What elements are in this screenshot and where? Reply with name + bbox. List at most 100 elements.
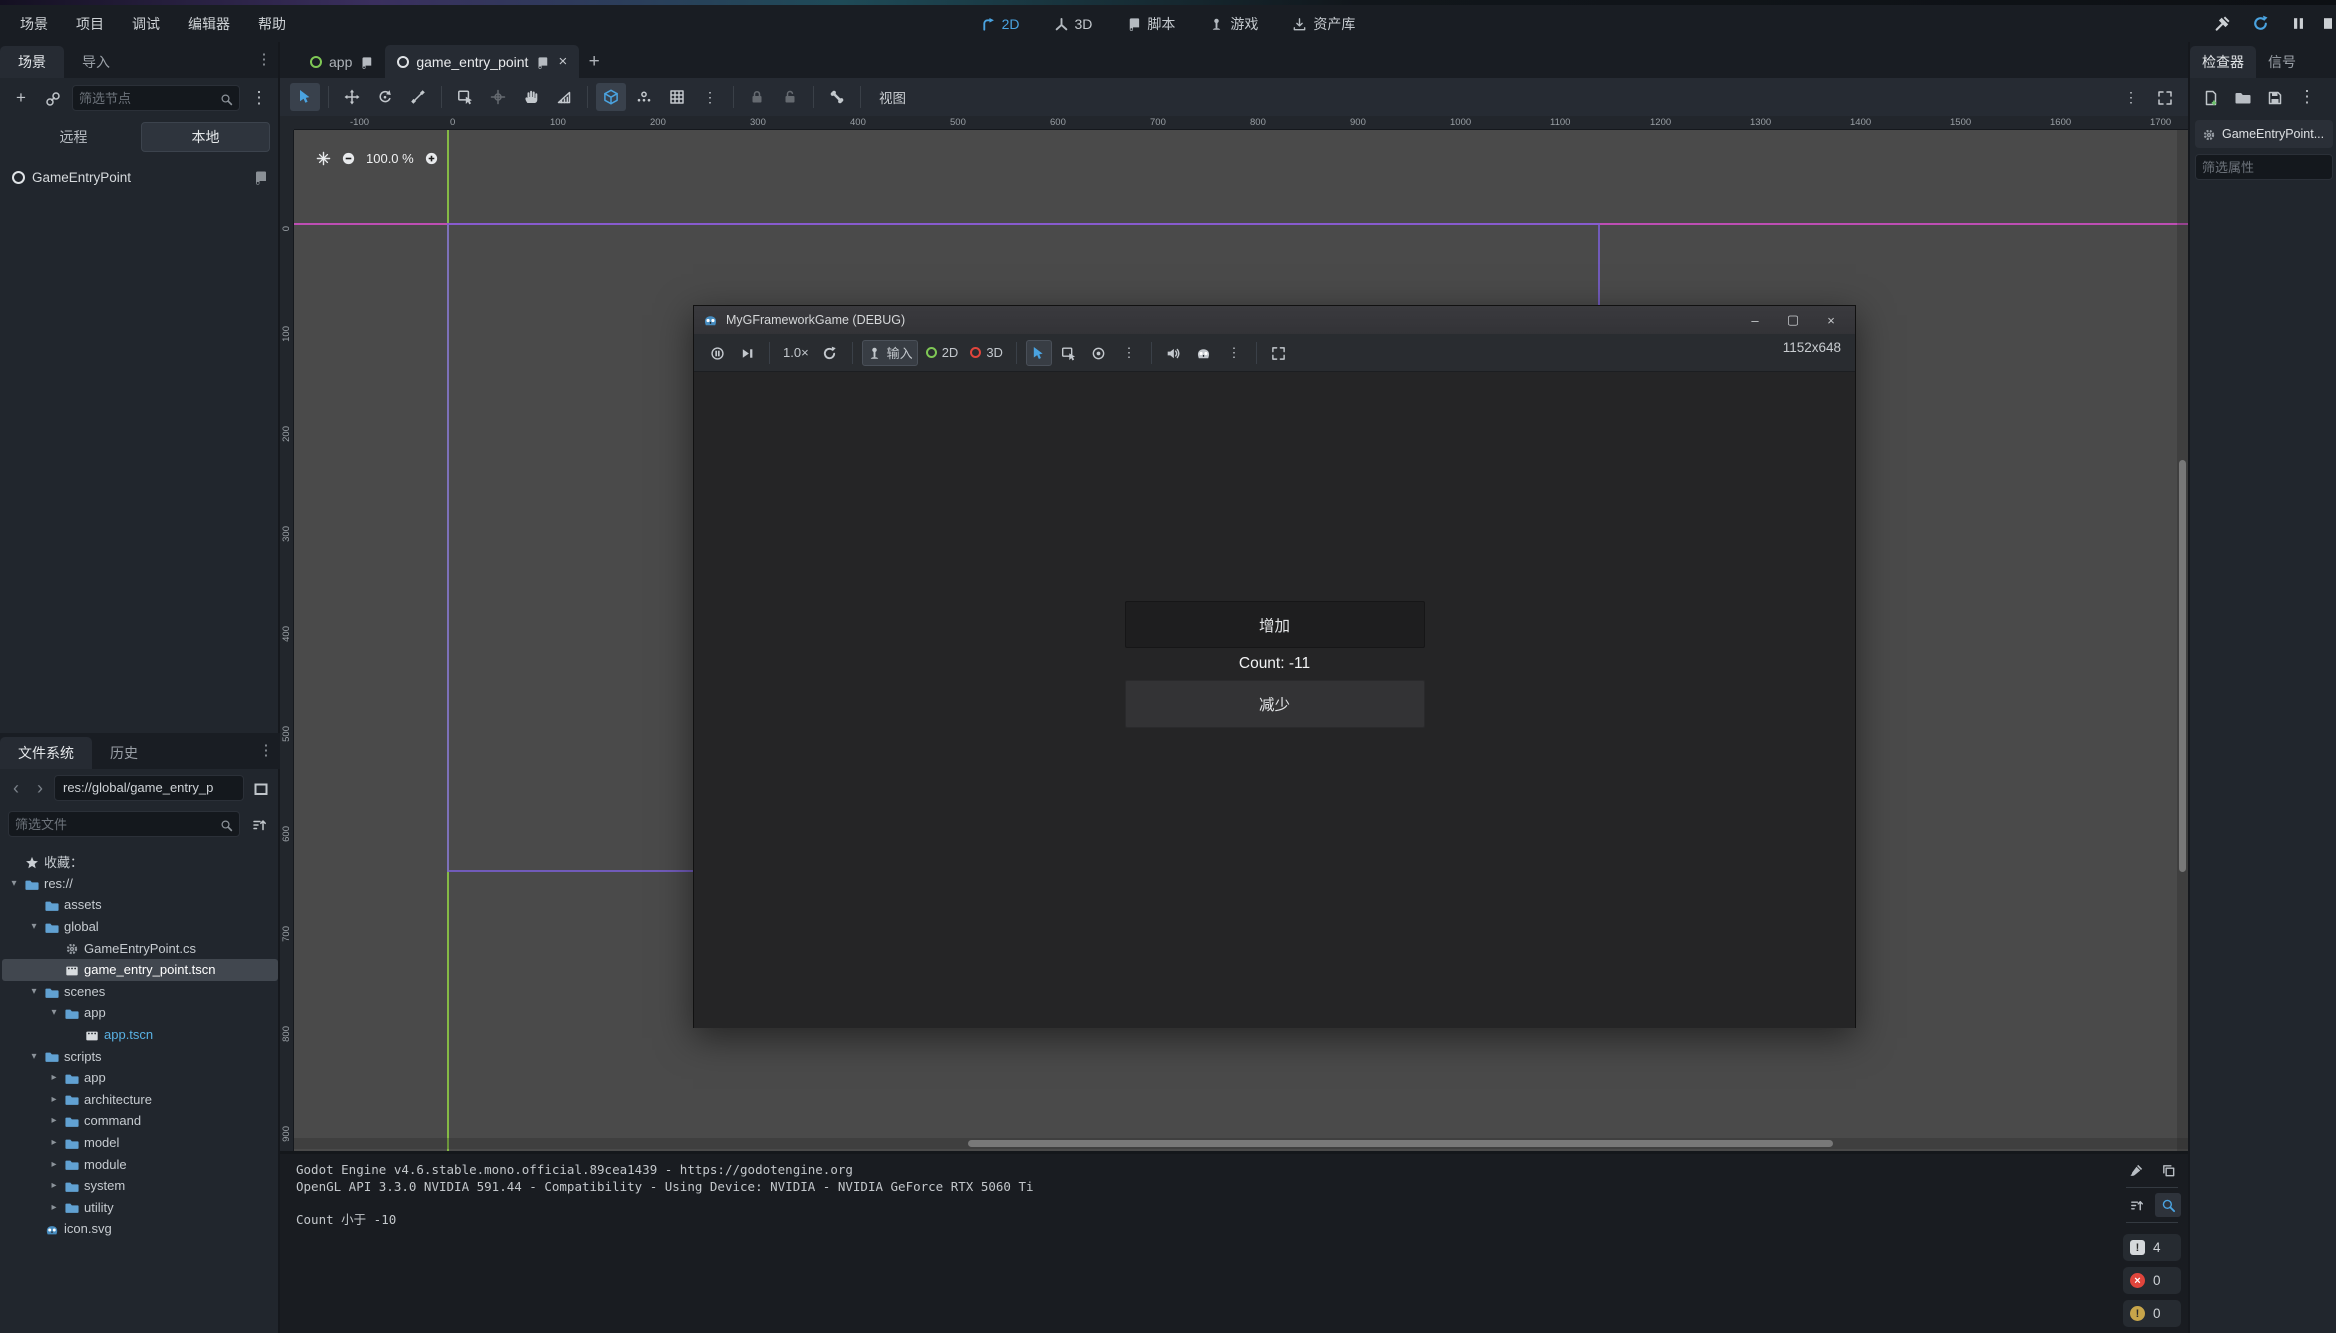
zoom-out-button[interactable] <box>341 150 356 167</box>
scene-tree-root-node[interactable]: GameEntryPoint <box>4 164 276 190</box>
switcher-game[interactable]: 游戏 <box>1199 10 1268 38</box>
fs-back-button[interactable]: ‹ <box>6 776 26 800</box>
maximize-button[interactable]: ▢ <box>1778 312 1808 328</box>
tree-down-arrow-icon[interactable]: ▾ <box>28 986 40 997</box>
stop-button[interactable] <box>2324 12 2332 36</box>
mode-3d-button[interactable]: 3D <box>966 340 1007 366</box>
local-button[interactable]: 本地 <box>141 122 270 152</box>
menu-item-0[interactable]: 场景 <box>6 10 62 38</box>
grid-toggle[interactable] <box>662 83 692 111</box>
script-icon[interactable] <box>359 53 373 69</box>
tree-down-arrow-icon[interactable]: ▾ <box>48 1007 60 1018</box>
tree-down-arrow-icon[interactable]: ▾ <box>28 921 40 932</box>
fs-forward-button[interactable]: › <box>30 776 50 800</box>
remote-button[interactable]: 远程 <box>10 122 137 152</box>
viewport-2d[interactable]: -100010020030040050060070080090010001100… <box>280 116 2188 1151</box>
list-select-tool[interactable] <box>450 83 480 111</box>
switcher-2d[interactable]: 2D <box>971 10 1030 38</box>
tree-right-arrow-icon[interactable]: ▸ <box>48 1072 60 1083</box>
vertical-scrollbar[interactable] <box>2177 130 2188 1151</box>
switcher-3d[interactable]: 3D <box>1044 10 1103 38</box>
fs-tree-item[interactable]: ▸architecture <box>2 1089 278 1111</box>
fs-tree-item[interactable]: 收藏： <box>2 851 278 873</box>
tree-down-arrow-icon[interactable]: ▾ <box>28 1051 40 1062</box>
tree-right-arrow-icon[interactable]: ▸ <box>48 1159 60 1170</box>
fs-tree-item[interactable]: ▾scenes <box>2 981 278 1003</box>
reset-zoom-button[interactable] <box>817 340 843 366</box>
errors-badge[interactable]: ×0 <box>2123 1267 2181 1294</box>
scene-dock-menu[interactable]: ⋮ <box>256 50 272 68</box>
view-menu[interactable]: 视图 <box>869 83 916 111</box>
select-tool[interactable] <box>290 83 320 111</box>
tree-right-arrow-icon[interactable]: ▸ <box>48 1180 60 1191</box>
output-log[interactable]: Godot Engine v4.6.stable.mono.official.8… <box>296 1162 2108 1228</box>
tree-right-arrow-icon[interactable]: ▸ <box>48 1137 60 1148</box>
fs-tree-item[interactable]: assets <box>2 894 278 916</box>
clear-output-button[interactable] <box>2123 1158 2149 1182</box>
snap-tool[interactable] <box>483 83 513 111</box>
close-tab-icon[interactable]: × <box>556 53 567 70</box>
minimize-button[interactable]: – <box>1740 313 1770 328</box>
canvas-2d[interactable]: 100.0 % MyGFrameworkGame (DEBUG) – ▢ × <box>294 130 2188 1151</box>
scene-tab-game_entry_point[interactable]: game_entry_point× <box>385 45 579 78</box>
fs-tree-item[interactable]: game_entry_point.tscn <box>2 959 278 981</box>
switcher-assetlib[interactable]: 资产库 <box>1282 10 1365 38</box>
input-mode-toggle[interactable]: 输入 <box>862 340 918 366</box>
group-button[interactable] <box>775 83 805 111</box>
fs-tree-item[interactable]: GameEntryPoint.cs <box>2 937 278 959</box>
camera-override-button[interactable] <box>1086 340 1112 366</box>
canvas-menu[interactable]: ⋮ <box>695 83 725 111</box>
collapse-duplicates-button[interactable] <box>2123 1193 2149 1217</box>
scene-tree-menu[interactable]: ⋮ <box>246 85 272 111</box>
menu-item-2[interactable]: 调试 <box>118 10 174 38</box>
menu-item-1[interactable]: 项目 <box>62 10 118 38</box>
game-window-titlebar[interactable]: MyGFrameworkGame (DEBUG) – ▢ × <box>694 306 1855 334</box>
tree-right-arrow-icon[interactable]: ▸ <box>48 1115 60 1126</box>
fs-tree-item[interactable]: icon.svg <box>2 1218 278 1240</box>
fs-tree-item[interactable]: ▸system <box>2 1175 278 1197</box>
scene-tab-app[interactable]: app <box>298 45 385 78</box>
fs-tree-item[interactable]: ▾app <box>2 1002 278 1024</box>
pan-tool[interactable] <box>516 83 546 111</box>
horizontal-scrollbar[interactable] <box>294 1138 2188 1149</box>
tab-inspector[interactable]: 检查器 <box>2190 46 2256 78</box>
zoom-percent[interactable]: 100.0 % <box>366 151 414 166</box>
instance-scene-button[interactable] <box>40 85 66 111</box>
tree-right-arrow-icon[interactable]: ▸ <box>48 1094 60 1105</box>
inspector-menu[interactable]: ⋮ <box>2294 84 2320 110</box>
fs-tree-item[interactable]: ▸command <box>2 1110 278 1132</box>
increase-button[interactable]: 增加 <box>1125 601 1425 648</box>
tab-filesystem[interactable]: 文件系统 <box>0 737 92 769</box>
tab-import[interactable]: 导入 <box>64 46 128 78</box>
fs-sort-button[interactable] <box>246 811 272 837</box>
ruler-tool[interactable] <box>549 83 579 111</box>
game-fullscreen-button[interactable] <box>1266 340 1292 366</box>
game-more-menu[interactable]: ⋮ <box>1221 340 1247 366</box>
vscroll-thumb[interactable] <box>2179 460 2186 872</box>
add-node-button[interactable]: + <box>8 85 34 111</box>
tab-scene[interactable]: 场景 <box>0 46 64 78</box>
game-select-menu[interactable]: ⋮ <box>1116 340 1142 366</box>
script-icon[interactable] <box>535 53 549 69</box>
next-frame-button[interactable] <box>734 340 760 366</box>
load-resource-button[interactable] <box>2230 84 2256 110</box>
inspector-filter-input[interactable] <box>2202 160 2326 175</box>
script-icon[interactable] <box>252 168 268 185</box>
fs-split-view-button[interactable] <box>248 775 274 801</box>
decrease-button[interactable]: 减少 <box>1125 680 1425 728</box>
lock-button[interactable] <box>742 83 772 111</box>
search-output-button[interactable] <box>2155 1193 2181 1217</box>
mode-2d-button[interactable]: 2D <box>922 340 963 366</box>
zoom-in-button[interactable] <box>424 150 439 167</box>
tree-right-arrow-icon[interactable]: ▸ <box>48 1202 60 1213</box>
close-window-button[interactable]: × <box>1816 313 1846 328</box>
menu-item-3[interactable]: 编辑器 <box>174 10 244 38</box>
game-select-tool[interactable] <box>1026 340 1052 366</box>
inspected-object-row[interactable]: GameEntryPoint... <box>2195 120 2333 148</box>
hscroll-thumb[interactable] <box>968 1140 1833 1147</box>
fs-tree-item[interactable]: app.tscn <box>2 1024 278 1046</box>
game-window[interactable]: MyGFrameworkGame (DEBUG) – ▢ × 1.0× <box>693 305 1856 1028</box>
fs-dock-menu[interactable]: ⋮ <box>258 741 274 759</box>
fs-tree-item[interactable]: ▾res:// <box>2 873 278 895</box>
fs-filter-input[interactable] <box>15 817 214 832</box>
